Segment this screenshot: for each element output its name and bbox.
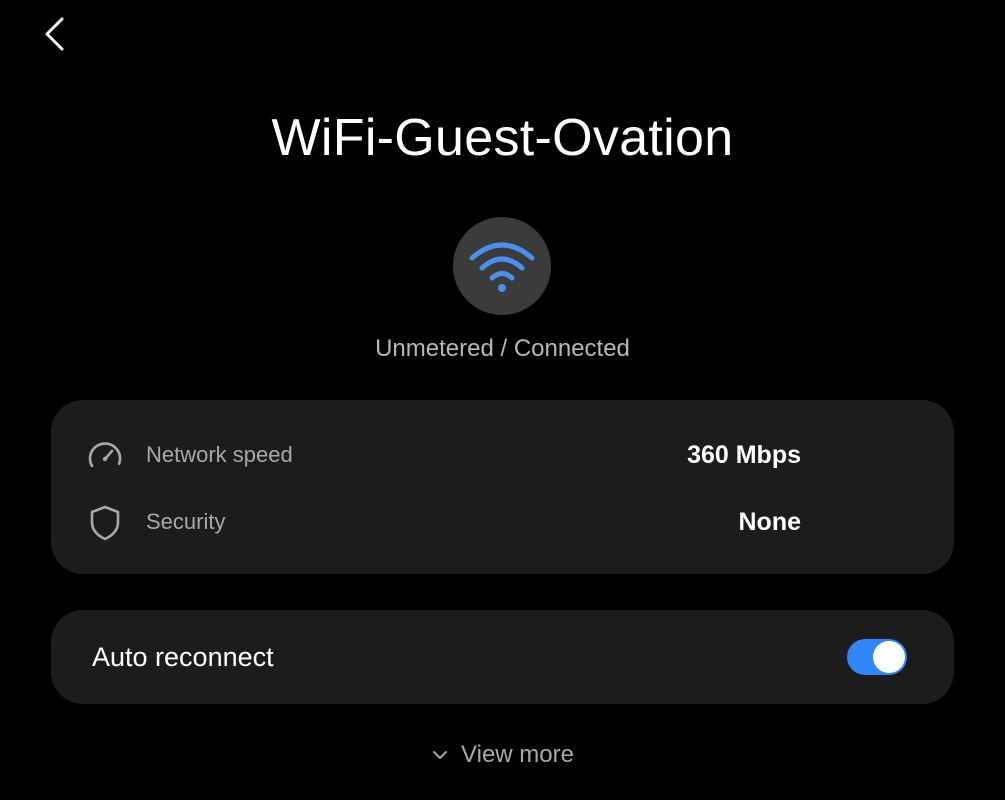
network-speed-row: Network speed 360 Mbps (0, 430, 903, 480)
wifi-status-icon-badge (453, 217, 551, 315)
security-value: None (738, 507, 802, 536)
switch-knob (873, 641, 905, 673)
network-speed-value: 360 Mbps (687, 440, 801, 469)
auto-reconnect-row[interactable]: Auto reconnect (51, 610, 954, 704)
security-label: Security (146, 509, 226, 534)
security-row: Security None (0, 497, 903, 547)
auto-reconnect-label: Auto reconnect (92, 642, 274, 672)
auto-reconnect-switch[interactable] (847, 639, 907, 675)
speedometer-icon (85, 435, 125, 475)
network-name-title: WiFi-Guest-Ovation (271, 109, 734, 167)
view-more-button[interactable]: View more (0, 738, 1005, 772)
network-speed-label: Network speed (146, 442, 293, 467)
chevron-left-icon (45, 17, 64, 51)
wifi-icon (469, 242, 535, 292)
chevron-down-icon (431, 746, 449, 764)
network-details-card (51, 400, 954, 574)
shield-icon (85, 502, 125, 542)
back-button[interactable] (30, 10, 78, 58)
view-more-label: View more (461, 741, 574, 768)
connection-status: Unmetered / Connected (375, 335, 630, 362)
